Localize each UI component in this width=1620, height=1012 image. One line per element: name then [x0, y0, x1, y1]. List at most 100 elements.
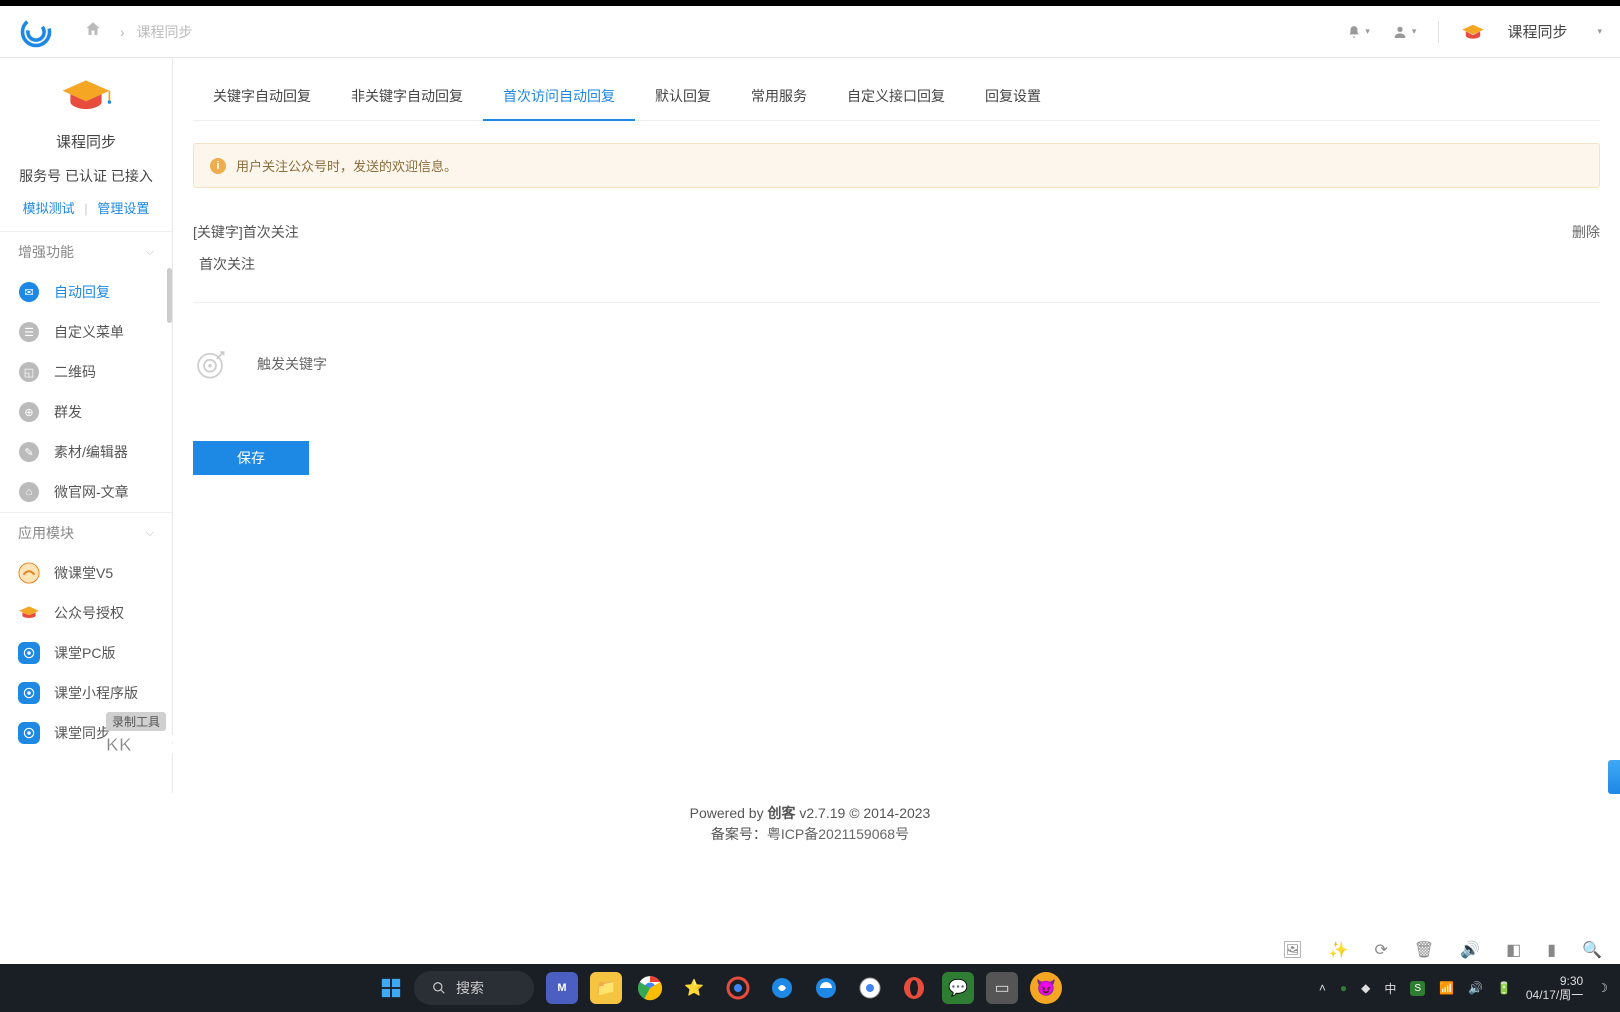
- target-icon: [193, 347, 227, 381]
- delete-button[interactable]: 删除: [1572, 222, 1600, 242]
- refresh-icon[interactable]: ⟳: [1375, 940, 1388, 960]
- sparkle-icon[interactable]: ✨: [1329, 940, 1349, 960]
- sidebar-item-pc-version[interactable]: 课堂PC版: [0, 633, 172, 673]
- sidebar-item-autoreply[interactable]: ✉ 自动回复: [0, 272, 172, 312]
- sidebar-item-label: 课堂PC版: [54, 643, 115, 663]
- taskbar-app-star[interactable]: ⭐: [678, 972, 710, 1004]
- sync-icon: [18, 722, 40, 744]
- sidebar-item-label: 课堂小程序版: [54, 683, 138, 703]
- trash-icon[interactable]: 🗑: [1414, 940, 1434, 960]
- sidebar-section-enhanced[interactable]: 增强功能 ⌵: [0, 231, 172, 272]
- taskbar-app-6[interactable]: 😈: [1030, 972, 1062, 1004]
- taskbar-app-2[interactable]: [722, 972, 754, 1004]
- info-icon: i: [210, 158, 226, 174]
- sidebar-subtitle: 服务号 已认证 已接入: [10, 166, 162, 186]
- sidebar-item-qrcode[interactable]: ◱ 二维码: [0, 352, 172, 392]
- image-icon[interactable]: 🖼: [1282, 940, 1302, 960]
- volume-icon[interactable]: 🔊: [1460, 940, 1480, 960]
- taskbar-app-4[interactable]: [810, 972, 842, 1004]
- top-header: › 课程同步 ▾ ▾ 课程同步 ▾: [0, 6, 1620, 58]
- save-button[interactable]: 保存: [193, 441, 309, 475]
- sidebar-item-micro-course[interactable]: 微课堂V5: [0, 553, 172, 593]
- chat-icon: ✉: [18, 281, 40, 303]
- tray-app-icon-2[interactable]: S: [1410, 981, 1425, 996]
- notifications-button[interactable]: ▾: [1347, 25, 1370, 39]
- info-alert: i 用户关注公众号时，发送的欢迎信息。: [193, 143, 1600, 188]
- sidebar-item-custom-menu[interactable]: ☰ 自定义菜单: [0, 312, 172, 352]
- separator: |: [84, 201, 87, 216]
- tray-expand-icon[interactable]: ˄: [1319, 981, 1326, 995]
- user-menu-button[interactable]: ▾: [1392, 24, 1417, 40]
- panel-icon[interactable]: ◧: [1506, 940, 1521, 960]
- tray-volume-icon[interactable]: 🔊: [1468, 981, 1483, 995]
- sidebar-item-label: 公众号授权: [54, 603, 124, 623]
- taskbar-search[interactable]: 搜索: [414, 971, 534, 1005]
- sidebar-title: 课程同步: [10, 131, 162, 152]
- search-placeholder: 搜索: [456, 978, 484, 998]
- breadcrumb: › 课程同步: [112, 22, 193, 42]
- keyword-title: [关键字]首次关注: [193, 222, 299, 242]
- qr-icon: ◱: [18, 361, 40, 383]
- alert-text: 用户关注公众号时，发送的欢迎信息。: [236, 156, 457, 175]
- tray-app-icon[interactable]: ◆: [1361, 981, 1370, 995]
- tray-wechat-icon[interactable]: ●: [1340, 981, 1347, 995]
- taskbar-clock[interactable]: 9:30 04/17/周一: [1526, 974, 1583, 1003]
- sidebar-item-label: 课堂同步: [54, 723, 110, 743]
- recorder-watermark: 录制工具 KK录像机: [106, 712, 186, 757]
- tab-keyword-autoreply[interactable]: 关键字自动回复: [193, 76, 331, 120]
- sidebar-item-broadcast[interactable]: ⊕ 群发: [0, 392, 172, 432]
- sidebar-item-mp-auth[interactable]: 公众号授权: [0, 593, 172, 633]
- sidebar-section-app-modules[interactable]: 应用模块 ⌵: [0, 512, 172, 553]
- keyword-sub: 首次关注: [193, 254, 1600, 274]
- tab-common-services[interactable]: 常用服务: [731, 76, 827, 120]
- watermark-line2: KK录像机: [106, 731, 186, 757]
- tab-reply-settings[interactable]: 回复设置: [965, 76, 1061, 120]
- taskbar-app-3[interactable]: [766, 972, 798, 1004]
- bar-icon[interactable]: ▮: [1547, 940, 1556, 960]
- tab-non-keyword-autoreply[interactable]: 非关键字自动回复: [331, 76, 483, 120]
- broadcast-icon: ⊕: [18, 401, 40, 423]
- material-icon: ✎: [18, 441, 40, 463]
- taskbar-wechat[interactable]: 💬: [942, 972, 974, 1004]
- breadcrumb-current: 课程同步: [137, 24, 193, 40]
- windows-start-button[interactable]: [380, 977, 402, 999]
- tray-wifi-icon[interactable]: 📶: [1439, 981, 1454, 995]
- footer-icp-link[interactable]: 粤ICP备2021159068号: [767, 826, 909, 842]
- system-tray-row: 🖼 ✨ ⟳ 🗑 🔊 ◧ ▮ 🔍: [0, 936, 1620, 964]
- ime-indicator[interactable]: 中: [1384, 980, 1396, 997]
- tabs: 关键字自动回复 非关键字自动回复 首次访问自动回复 默认回复 常用服务 自定义接…: [193, 58, 1600, 121]
- taskbar-opera[interactable]: [898, 972, 930, 1004]
- search-icon[interactable]: 🔍: [1582, 940, 1602, 960]
- section-label: 应用模块: [18, 523, 74, 543]
- tray-battery-icon[interactable]: 🔋: [1497, 981, 1512, 995]
- app-selector[interactable]: 课程同步: [1507, 21, 1567, 42]
- sidebar: 课程同步 服务号 已认证 已接入 模拟测试 | 管理设置 增强功能 ⌵ ✉ 自动…: [0, 58, 173, 793]
- tab-custom-api-reply[interactable]: 自定义接口回复: [827, 76, 965, 120]
- taskbar-chrome[interactable]: [634, 972, 666, 1004]
- main-content: 关键字自动回复 非关键字自动回复 首次访问自动回复 默认回复 常用服务 自定义接…: [173, 58, 1620, 793]
- side-tab-button[interactable]: [1608, 760, 1620, 794]
- chevron-down-icon: ⌵: [146, 527, 154, 540]
- scrollbar-thumb[interactable]: [167, 268, 172, 323]
- watermark-line1: 录制工具: [106, 712, 166, 731]
- tab-default-reply[interactable]: 默认回复: [635, 76, 731, 120]
- taskbar-app-1[interactable]: M: [546, 972, 578, 1004]
- sidebar-item-material[interactable]: ✎ 素材/编辑器: [0, 432, 172, 472]
- sidebar-item-label: 自定义菜单: [54, 322, 124, 342]
- footer-brand: 创客: [767, 805, 795, 821]
- taskbar-chrome-2[interactable]: [854, 972, 886, 1004]
- clock-time: 9:30: [1526, 974, 1583, 988]
- link-simulate-test[interactable]: 模拟测试: [23, 201, 75, 216]
- app-logo-icon: [18, 14, 54, 50]
- taskbar-file-explorer[interactable]: 📁: [590, 972, 622, 1004]
- sidebar-item-miniprogram[interactable]: 课堂小程序版: [0, 673, 172, 713]
- tray-moon-icon[interactable]: ☽: [1597, 981, 1608, 995]
- tab-first-visit-autoreply[interactable]: 首次访问自动回复: [483, 76, 635, 120]
- taskbar-app-5[interactable]: ▭: [986, 972, 1018, 1004]
- home-icon[interactable]: [84, 20, 102, 43]
- chevron-right-icon: ›: [120, 24, 125, 40]
- taskbar: 搜索 M 📁 ⭐ 💬 ▭ 😈 ˄ ● ◆ 中 S 📶 🔊 🔋 9:30 04/1…: [0, 964, 1620, 1012]
- sidebar-item-site-article[interactable]: ⌂ 微官网-文章: [0, 472, 172, 512]
- link-manage-settings[interactable]: 管理设置: [97, 201, 149, 216]
- caret-down-icon: ▾: [1365, 26, 1370, 37]
